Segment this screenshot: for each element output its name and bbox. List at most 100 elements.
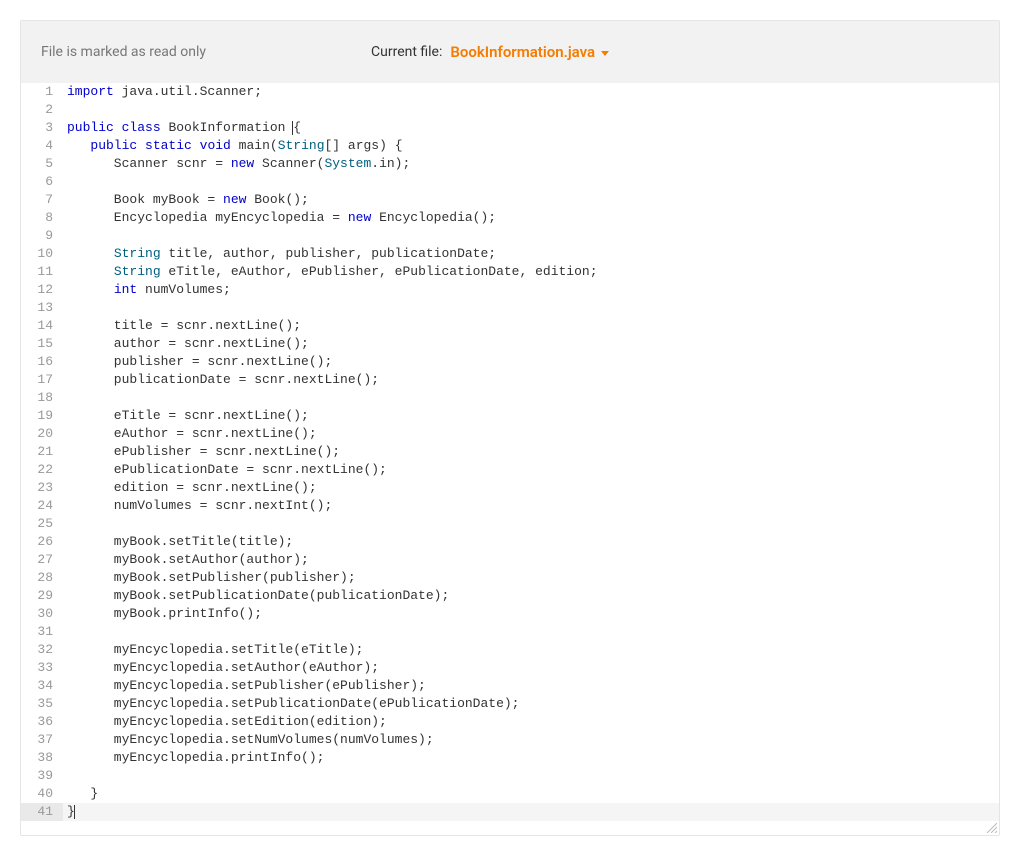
line-number: 18 bbox=[21, 389, 63, 407]
code-line[interactable]: 12 int numVolumes; bbox=[21, 281, 999, 299]
code-content[interactable]: numVolumes = scnr.nextInt(); bbox=[63, 497, 999, 515]
code-content[interactable]: myEncyclopedia.setPublicationDate(ePubli… bbox=[63, 695, 999, 713]
code-line[interactable]: 28 myBook.setPublisher(publisher); bbox=[21, 569, 999, 587]
code-token: numVolumes = scnr.nextInt(); bbox=[67, 498, 332, 513]
code-line[interactable]: 30 myBook.printInfo(); bbox=[21, 605, 999, 623]
current-file-dropdown[interactable]: BookInformation.java bbox=[450, 43, 609, 61]
code-line[interactable]: 7 Book myBook = new Book(); bbox=[21, 191, 999, 209]
line-number: 26 bbox=[21, 533, 63, 551]
code-line[interactable]: 36 myEncyclopedia.setEdition(edition); bbox=[21, 713, 999, 731]
code-content[interactable] bbox=[63, 101, 999, 119]
code-line[interactable]: 2 bbox=[21, 101, 999, 119]
code-line[interactable]: 8 Encyclopedia myEncyclopedia = new Ency… bbox=[21, 209, 999, 227]
code-content[interactable]: import java.util.Scanner; bbox=[63, 83, 999, 101]
code-content[interactable] bbox=[63, 515, 999, 533]
code-line[interactable]: 26 myBook.setTitle(title); bbox=[21, 533, 999, 551]
line-number: 17 bbox=[21, 371, 63, 389]
code-content[interactable]: edition = scnr.nextLine(); bbox=[63, 479, 999, 497]
code-line[interactable]: 11 String eTitle, eAuthor, ePublisher, e… bbox=[21, 263, 999, 281]
code-line[interactable]: 25 bbox=[21, 515, 999, 533]
code-line[interactable]: 24 numVolumes = scnr.nextInt(); bbox=[21, 497, 999, 515]
code-line[interactable]: 38 myEncyclopedia.printInfo(); bbox=[21, 749, 999, 767]
code-line[interactable]: 6 bbox=[21, 173, 999, 191]
code-line[interactable]: 18 bbox=[21, 389, 999, 407]
code-line[interactable]: 9 bbox=[21, 227, 999, 245]
resize-handle-icon[interactable] bbox=[985, 821, 997, 833]
code-content[interactable] bbox=[63, 767, 999, 785]
code-line[interactable]: 39 bbox=[21, 767, 999, 785]
code-line[interactable]: 29 myBook.setPublicationDate(publication… bbox=[21, 587, 999, 605]
code-content[interactable]: myBook.setTitle(title); bbox=[63, 533, 999, 551]
code-line[interactable]: 40 } bbox=[21, 785, 999, 803]
code-token: title = scnr.nextLine(); bbox=[67, 318, 301, 333]
code-content[interactable]: publisher = scnr.nextLine(); bbox=[63, 353, 999, 371]
code-content[interactable]: myBook.setPublicationDate(publicationDat… bbox=[63, 587, 999, 605]
code-content[interactable]: eTitle = scnr.nextLine(); bbox=[63, 407, 999, 425]
code-content[interactable]: myEncyclopedia.printInfo(); bbox=[63, 749, 999, 767]
code-line[interactable]: 23 edition = scnr.nextLine(); bbox=[21, 479, 999, 497]
line-number: 40 bbox=[21, 785, 63, 803]
line-number: 33 bbox=[21, 659, 63, 677]
code-token: myEncyclopedia.setTitle(eTitle); bbox=[67, 642, 363, 657]
code-line[interactable]: 16 publisher = scnr.nextLine(); bbox=[21, 353, 999, 371]
code-content[interactable] bbox=[63, 227, 999, 245]
code-line[interactable]: 15 author = scnr.nextLine(); bbox=[21, 335, 999, 353]
code-token: { bbox=[293, 120, 301, 135]
code-content[interactable]: ePublisher = scnr.nextLine(); bbox=[63, 443, 999, 461]
code-content[interactable]: myEncyclopedia.setPublisher(ePublisher); bbox=[63, 677, 999, 695]
code-content[interactable]: title = scnr.nextLine(); bbox=[63, 317, 999, 335]
code-content[interactable]: String title, author, publisher, publica… bbox=[63, 245, 999, 263]
code-content[interactable]: } bbox=[63, 803, 999, 821]
code-line[interactable]: 19 eTitle = scnr.nextLine(); bbox=[21, 407, 999, 425]
code-content[interactable]: public static void main(String[] args) { bbox=[63, 137, 999, 155]
code-line[interactable]: 5 Scanner scnr = new Scanner(System.in); bbox=[21, 155, 999, 173]
code-content[interactable]: eAuthor = scnr.nextLine(); bbox=[63, 425, 999, 443]
code-line[interactable]: 20 eAuthor = scnr.nextLine(); bbox=[21, 425, 999, 443]
code-content[interactable]: myBook.setPublisher(publisher); bbox=[63, 569, 999, 587]
code-content[interactable]: myEncyclopedia.setNumVolumes(numVolumes)… bbox=[63, 731, 999, 749]
code-line[interactable]: 31 bbox=[21, 623, 999, 641]
code-line[interactable]: 33 myEncyclopedia.setAuthor(eAuthor); bbox=[21, 659, 999, 677]
code-content[interactable]: author = scnr.nextLine(); bbox=[63, 335, 999, 353]
code-editor[interactable]: 1import java.util.Scanner;2 3public clas… bbox=[21, 83, 999, 821]
code-content[interactable]: } bbox=[63, 785, 999, 803]
code-line[interactable]: 27 myBook.setAuthor(author); bbox=[21, 551, 999, 569]
code-content[interactable]: myBook.printInfo(); bbox=[63, 605, 999, 623]
code-line[interactable]: 41} bbox=[21, 803, 999, 821]
code-content[interactable] bbox=[63, 623, 999, 641]
code-content[interactable]: myEncyclopedia.setAuthor(eAuthor); bbox=[63, 659, 999, 677]
code-content[interactable] bbox=[63, 173, 999, 191]
code-content[interactable]: Encyclopedia myEncyclopedia = new Encycl… bbox=[63, 209, 999, 227]
code-content[interactable]: publicationDate = scnr.nextLine(); bbox=[63, 371, 999, 389]
code-line[interactable]: 14 title = scnr.nextLine(); bbox=[21, 317, 999, 335]
code-token: java.util.Scanner; bbox=[114, 84, 262, 99]
code-token: myEncyclopedia.printInfo(); bbox=[67, 750, 324, 765]
code-line[interactable]: 17 publicationDate = scnr.nextLine(); bbox=[21, 371, 999, 389]
code-line[interactable]: 35 myEncyclopedia.setPublicationDate(ePu… bbox=[21, 695, 999, 713]
line-number: 14 bbox=[21, 317, 63, 335]
code-content[interactable]: String eTitle, eAuthor, ePublisher, ePub… bbox=[63, 263, 999, 281]
code-line[interactable]: 4 public static void main(String[] args)… bbox=[21, 137, 999, 155]
code-content[interactable]: public class BookInformation { bbox=[63, 119, 999, 137]
code-content[interactable]: myEncyclopedia.setEdition(edition); bbox=[63, 713, 999, 731]
code-token bbox=[67, 282, 114, 297]
code-line[interactable]: 22 ePublicationDate = scnr.nextLine(); bbox=[21, 461, 999, 479]
code-content[interactable]: Scanner scnr = new Scanner(System.in); bbox=[63, 155, 999, 173]
code-line[interactable]: 10 String title, author, publisher, publ… bbox=[21, 245, 999, 263]
code-content[interactable]: Book myBook = new Book(); bbox=[63, 191, 999, 209]
code-line[interactable]: 13 bbox=[21, 299, 999, 317]
code-content[interactable]: myBook.setAuthor(author); bbox=[63, 551, 999, 569]
editor-panel: File is marked as read only Current file… bbox=[20, 20, 1000, 836]
code-line[interactable]: 1import java.util.Scanner; bbox=[21, 83, 999, 101]
code-line[interactable]: 34 myEncyclopedia.setPublisher(ePublishe… bbox=[21, 677, 999, 695]
code-content[interactable]: myEncyclopedia.setTitle(eTitle); bbox=[63, 641, 999, 659]
code-token: String bbox=[278, 138, 325, 153]
code-line[interactable]: 37 myEncyclopedia.setNumVolumes(numVolum… bbox=[21, 731, 999, 749]
code-content[interactable] bbox=[63, 299, 999, 317]
code-line[interactable]: 21 ePublisher = scnr.nextLine(); bbox=[21, 443, 999, 461]
code-line[interactable]: 3public class BookInformation { bbox=[21, 119, 999, 137]
code-content[interactable] bbox=[63, 389, 999, 407]
code-content[interactable]: int numVolumes; bbox=[63, 281, 999, 299]
code-line[interactable]: 32 myEncyclopedia.setTitle(eTitle); bbox=[21, 641, 999, 659]
code-content[interactable]: ePublicationDate = scnr.nextLine(); bbox=[63, 461, 999, 479]
